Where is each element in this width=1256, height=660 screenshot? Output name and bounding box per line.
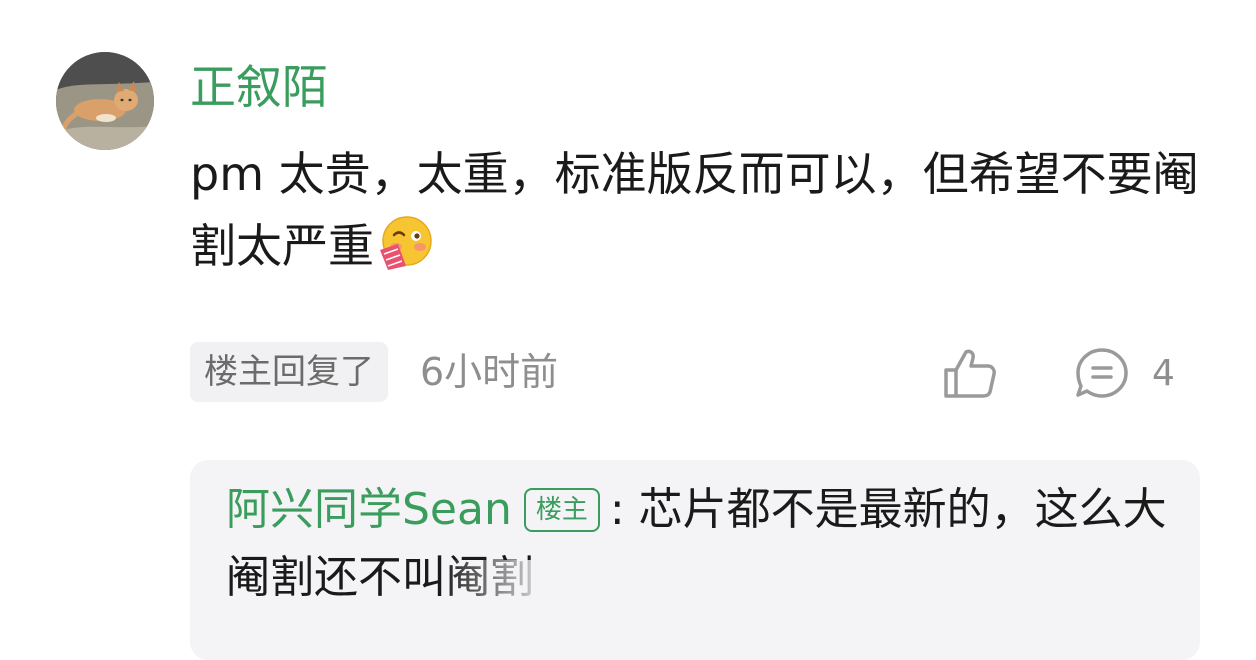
- comment-username[interactable]: 正叙陌: [190, 58, 328, 116]
- op-replied-tag[interactable]: 楼主回复了: [190, 342, 388, 402]
- reply-button[interactable]: 4: [1074, 346, 1175, 402]
- reply-author[interactable]: 阿兴同学Sean: [226, 484, 512, 535]
- thumbs-up-icon: [944, 349, 996, 398]
- cat-avatar-image: [56, 52, 154, 150]
- reply-count: 4: [1152, 353, 1175, 394]
- comment-body: pm 太贵，太重，标准版反而可以，但希望不要阉割太严重: [190, 138, 1200, 282]
- comment-bubble-icon: [1076, 348, 1128, 398]
- author-badge: 楼主: [523, 488, 600, 532]
- blushing-face-emoji-icon: [376, 214, 434, 272]
- avatar[interactable]: [56, 52, 154, 150]
- comment-text: pm 太贵，太重，标准版反而可以，但希望不要阉割太严重: [190, 147, 1199, 273]
- reply-preview[interactable]: 阿兴同学Sean 楼主: 芯片都不是最新的，这么大阉割还不叫阉割: [190, 460, 1200, 660]
- comment-time: 6小时前: [420, 350, 559, 394]
- like-button[interactable]: [940, 344, 998, 402]
- reply-preview-text: 阿兴同学Sean 楼主: 芯片都不是最新的，这么大阉割还不叫阉割: [226, 476, 1176, 612]
